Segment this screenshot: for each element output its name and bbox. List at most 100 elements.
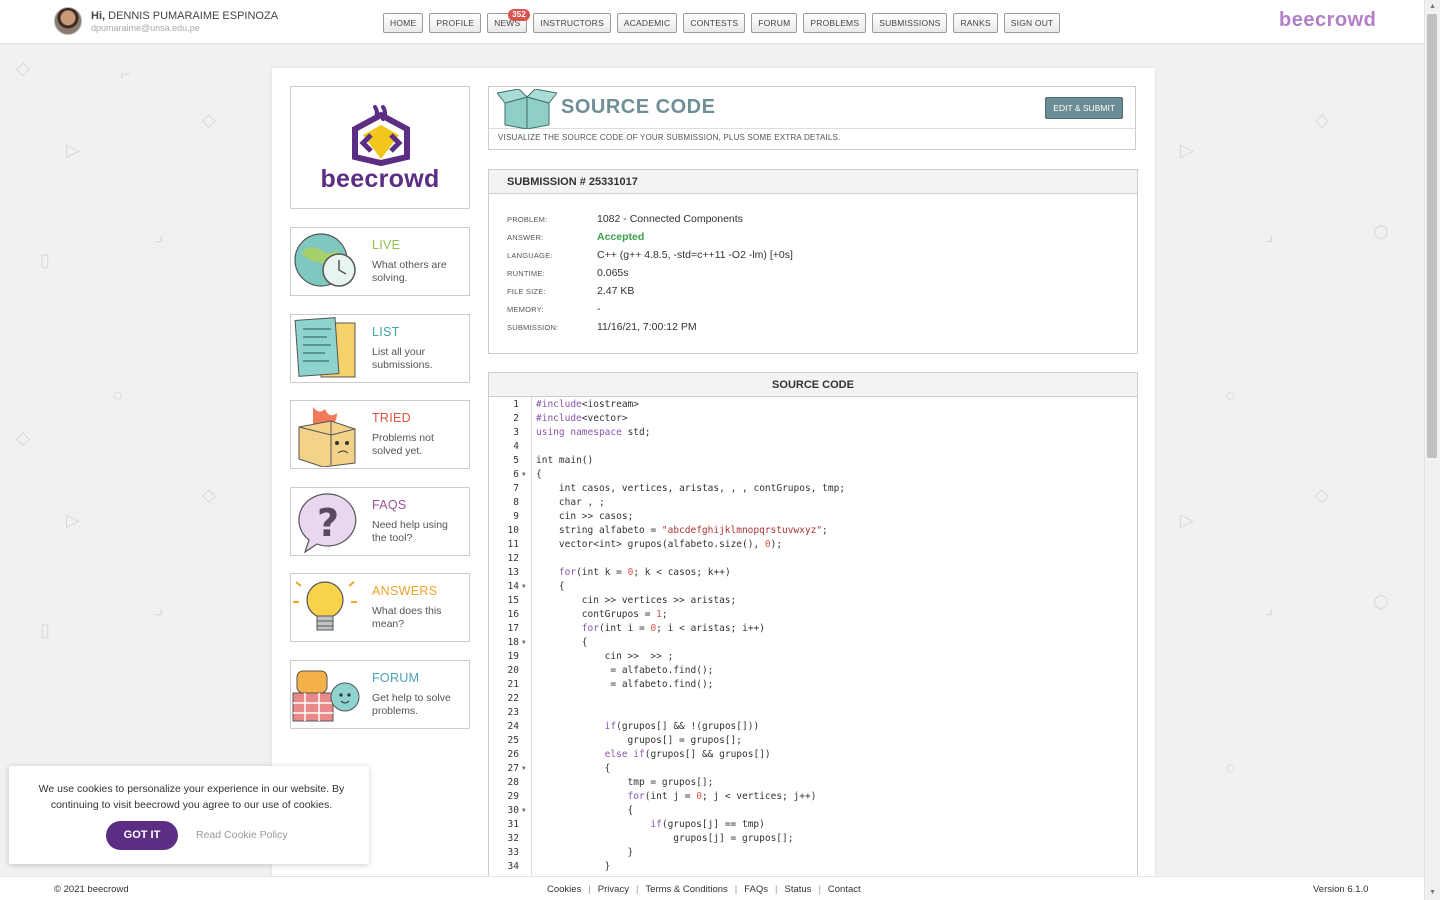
scroll-down-arrow-icon[interactable]: ▼ — [1429, 889, 1436, 896]
code-text: cin >> vertices >> aristas; — [581, 595, 737, 606]
fold-arrow-icon[interactable]: ▼ — [522, 762, 526, 776]
sidebar-title-faqs: FAQS — [372, 498, 407, 512]
source-code-heading: SOURCE CODE — [489, 373, 1137, 397]
fold-arrow-icon[interactable]: ▼ — [522, 468, 526, 482]
footer-link-status[interactable]: Status — [785, 884, 812, 895]
footer-copyright: © 2021 beecrowd — [54, 884, 129, 895]
code-text: = alfabeto.find(); — [604, 679, 714, 690]
cookie-policy-link[interactable]: Read Cookie Policy — [196, 829, 288, 841]
code-line: 13 for(int k = 0; k < casos; k++) — [489, 566, 1137, 580]
line-number: 6 — [513, 469, 519, 480]
nav-problems[interactable]: PROBLEMS — [803, 13, 867, 33]
code-text: } — [536, 861, 611, 872]
svg-text:?: ? — [317, 501, 339, 545]
detail-value-submission-date: 11/16/21, 7:00:12 PM — [597, 321, 697, 333]
code-line: 26 else if(grupos[] && grupos[]) — [489, 748, 1137, 762]
code-text: vector<int> grupos(alfabeto.size(), 0); — [558, 539, 783, 550]
source-code-viewer[interactable]: SOURCE CODE 1 #include<iostream> 2 #include… — [488, 372, 1138, 882]
line-number: 15 — [507, 595, 519, 606]
footer-link-faqs[interactable]: FAQs — [744, 884, 768, 895]
nav-sign-out[interactable]: SIGN OUT — [1003, 13, 1061, 33]
line-number: 34 — [507, 861, 519, 872]
code-text: for(int k = 0; k < casos; k++) — [558, 567, 731, 578]
user-email: dpumaraime@unsa.edu.pe — [91, 23, 200, 33]
footer-separator: | — [775, 884, 778, 895]
line-number: 30 — [507, 805, 519, 816]
line-number: 21 — [507, 679, 519, 690]
sidebar-desc-forum: Get help to solve problems. — [372, 692, 451, 717]
detail-value-file-size: 2.47 KB — [597, 285, 635, 297]
chat-bubbles-icon — [292, 670, 360, 722]
code-text: else if(grupos[] && grupos[]) — [604, 749, 771, 760]
nav-news[interactable]: NEWS 352 — [487, 9, 531, 33]
edit-submit-button[interactable]: EDIT & SUBMIT — [1045, 97, 1123, 119]
line-number: 33 — [507, 847, 519, 858]
fold-arrow-icon[interactable]: ▼ — [522, 580, 526, 594]
nav-submissions[interactable]: SUBMISSIONS — [872, 13, 948, 33]
sidebar-title-tried: TRIED — [372, 411, 411, 425]
line-number: 5 — [513, 455, 519, 466]
footer-link-cookies[interactable]: Cookies — [547, 884, 581, 895]
detail-row-language: LANGUAGE: C++ (g++ 4.8.5, -std=c++11 -O2… — [507, 249, 1127, 263]
sidebar-card-answers[interactable]: ANSWERS What does this mean? — [290, 573, 470, 642]
detail-row-problem: PROBLEM: 1082 - Connected Components — [507, 213, 1127, 227]
beecrowd-hexagon-icon — [352, 105, 410, 167]
scroll-thumb[interactable] — [1427, 14, 1437, 458]
nav-contests[interactable]: CONTESTS — [683, 13, 746, 33]
footer-separator: | — [734, 884, 738, 895]
user-avatar[interactable] — [54, 7, 82, 35]
sidebar-card-list[interactable]: LIST List all your submissions. — [290, 314, 470, 383]
sidebar-desc-faqs: Need help using the tool? — [372, 519, 448, 544]
globe-clock-icon — [294, 233, 356, 287]
nav-profile[interactable]: PROFILE — [429, 13, 482, 33]
sidebar-card-tried[interactable]: TRIED Problems not solved yet. — [290, 400, 470, 469]
line-number: 29 — [507, 791, 519, 802]
brand-logo-top[interactable]: beecrowd — [1279, 9, 1376, 32]
code-text: tmp = grupos[]; — [627, 777, 714, 788]
burning-box-icon — [298, 407, 356, 467]
lightbulb-icon — [293, 581, 357, 631]
sidebar-desc-live: What others are solving. — [372, 259, 447, 284]
sidebar-card-forum[interactable]: FORUM Get help to solve problems. — [290, 660, 470, 729]
detail-value-problem[interactable]: 1082 - Connected Components — [597, 213, 743, 225]
footer-link-privacy[interactable]: Privacy — [598, 884, 629, 895]
cookie-accept-button[interactable]: GOT IT — [106, 821, 178, 850]
line-number: 2 — [513, 413, 519, 424]
cookie-text: We use cookies to personalize your exper… — [38, 783, 345, 811]
code-line: 3 using namespace std; — [489, 426, 1137, 440]
code-line: 30 ▼ { — [489, 804, 1137, 818]
code-text: int main() — [536, 455, 594, 466]
scroll-up-arrow-icon[interactable]: ▲ — [1429, 3, 1436, 10]
detail-row-submission: SUBMISSION: 11/16/21, 7:00:12 PM — [507, 321, 1127, 335]
page-scrollbar[interactable]: ▲ ▼ — [1424, 0, 1440, 900]
detail-label: ANSWER: — [507, 233, 544, 242]
code-line: 22 — [489, 692, 1137, 706]
code-line: 1 #include<iostream> — [489, 398, 1137, 412]
nav-forum[interactable]: FORUM — [751, 13, 798, 33]
submission-heading: SUBMISSION # 25331017 — [489, 170, 1137, 194]
footer-link-terms[interactable]: Terms & Conditions — [645, 884, 727, 895]
nav-home[interactable]: HOME — [383, 13, 424, 33]
beecrowd-logo-card[interactable]: beecrowd — [290, 86, 470, 209]
fold-arrow-icon[interactable]: ▼ — [522, 636, 526, 650]
code-text: grupos[] = grupos[]; — [627, 735, 742, 746]
code-line: 24 if(grupos[] && !(grupos[])) — [489, 720, 1137, 734]
nav-ranks[interactable]: RANKS — [953, 13, 998, 33]
sidebar-card-live[interactable]: LIVE What others are solving. — [290, 227, 470, 296]
code-line: 8 char , ; — [489, 496, 1137, 510]
code-line: 17 for(int i = 0; i < aristas; i++) — [489, 622, 1137, 636]
footer-separator: | — [818, 884, 821, 895]
nav-instructors[interactable]: INSTRUCTORS — [533, 13, 611, 33]
line-number: 19 — [507, 651, 519, 662]
detail-label: FILE SIZE: — [507, 287, 546, 296]
footer-link-contact[interactable]: Contact — [828, 884, 861, 895]
line-number: 7 — [513, 483, 519, 494]
code-line: 29 for(int j = 0; j < vertices; j++) — [489, 790, 1137, 804]
code-text: int casos, vertices, aristas, , , contGr… — [558, 483, 846, 494]
footer: © 2021 beecrowd Cookies | Privacy | Term… — [0, 876, 1424, 900]
user-name[interactable]: DENNIS PUMARAIME ESPINOZA — [108, 10, 278, 22]
sidebar-card-faqs[interactable]: ? FAQS Need help using the tool? — [290, 487, 470, 556]
page-title: SOURCE CODE — [561, 96, 716, 118]
fold-arrow-icon[interactable]: ▼ — [522, 804, 526, 818]
nav-academic[interactable]: ACADEMIC — [616, 13, 678, 33]
